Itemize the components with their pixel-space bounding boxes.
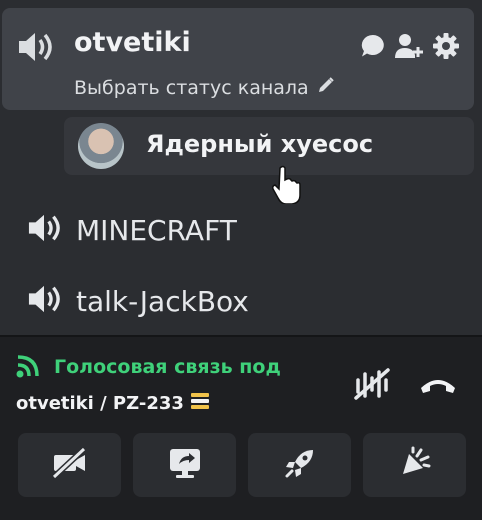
hand-cursor-icon xyxy=(272,164,302,208)
rocket-icon xyxy=(283,446,317,484)
pencil-icon xyxy=(317,76,335,99)
activity-button[interactable] xyxy=(248,433,351,497)
speaker-icon xyxy=(26,283,62,319)
add-member-icon[interactable] xyxy=(394,33,424,59)
channel-item-talk-jackbox[interactable]: talk-JackBox xyxy=(26,283,249,319)
signal-strength-icon xyxy=(16,352,46,382)
channel-name: otvetiki xyxy=(74,27,191,58)
voice-location[interactable]: otvetiki / PZ-233 xyxy=(16,392,210,415)
noise-suppression-button[interactable] xyxy=(352,366,392,402)
voice-location-text: otvetiki / PZ-233 xyxy=(16,393,184,414)
channel-label: talk-JackBox xyxy=(76,284,249,318)
channel-item-minecraft[interactable]: MINECRAFT xyxy=(26,212,237,248)
voice-status-text: Голосовая связь под xyxy=(54,356,281,378)
speaker-icon xyxy=(26,212,62,248)
disconnect-button[interactable] xyxy=(418,372,458,396)
channel-label: MINECRAFT xyxy=(76,213,237,247)
member-name: Ядерный хуесос xyxy=(146,130,374,158)
screen-share-icon xyxy=(167,446,203,484)
server-stack-icon xyxy=(190,392,210,415)
avatar xyxy=(78,123,124,169)
soundboard-icon xyxy=(397,446,433,484)
set-channel-status[interactable]: Выбрать статус канала xyxy=(74,76,335,99)
video-off-icon xyxy=(50,446,90,483)
voice-member[interactable]: Ядерный хуесос xyxy=(64,117,474,175)
camera-toggle-button[interactable] xyxy=(18,433,121,497)
screen-share-button[interactable] xyxy=(133,433,236,497)
selected-voice-channel[interactable]: otvetiki Выбрать статус канала xyxy=(2,8,474,110)
channel-status-label: Выбрать статус канала xyxy=(74,76,309,99)
settings-gear-icon[interactable] xyxy=(432,32,460,60)
soundboard-button[interactable] xyxy=(363,433,466,497)
divider xyxy=(0,335,482,337)
speaker-icon xyxy=(16,30,54,68)
voice-connection-status[interactable]: Голосовая связь под xyxy=(16,352,281,382)
chat-bubble-icon[interactable] xyxy=(360,33,386,59)
